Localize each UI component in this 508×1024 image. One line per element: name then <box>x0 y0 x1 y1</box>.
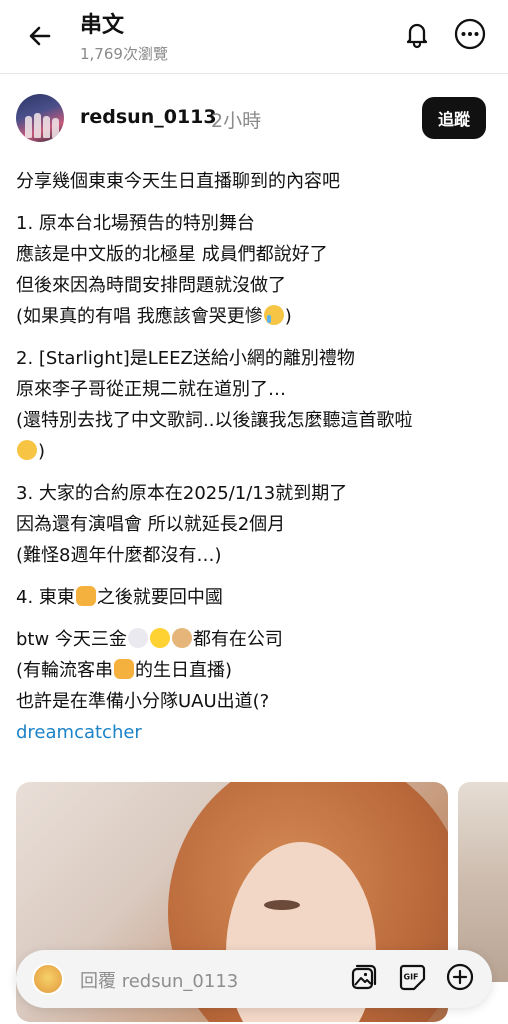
svg-text:GIF: GIF <box>404 973 419 982</box>
text-line-with-emoji: btw 今天三金 都有在公司 <box>16 624 492 655</box>
text-fragment: (如果真的有唱 我應該會哭更慘 <box>16 306 263 327</box>
page-title: 串文 <box>80 13 125 38</box>
text-line: 3. 大家的合約原本在2025/1/13就到期了 <box>16 483 348 504</box>
text-line-with-emoji: ) <box>16 436 492 467</box>
bell-icon <box>402 19 432 53</box>
post-point-3: 3. 大家的合約原本在2025/1/13就到期了 因為還有演唱會 所以就延長2個… <box>16 478 492 571</box>
post-point-1: 1. 原本台北場預告的特別舞台 應該是中文版的北極星 成員們都說好了 但後來因為… <box>16 208 492 332</box>
reply-input[interactable]: 回覆 redsun_0113 <box>80 967 238 993</box>
top-bar: 串文 1,769次瀏覽 <box>0 0 508 74</box>
arrow-left-icon <box>27 23 53 53</box>
author-username[interactable]: redsun_0113 <box>80 106 217 128</box>
post-point-4: 4. 東東 之後就要回中國 <box>16 582 492 613</box>
text-fragment: 之後就要回中國 <box>96 587 223 608</box>
avatar <box>32 963 64 995</box>
text-fragment: ) <box>284 306 292 327</box>
text-line: 分享幾個東東今天生日直播聊到的內容吧 <box>16 171 340 192</box>
hashtag-link[interactable]: dreamcatcher <box>16 717 492 748</box>
cat-face-icon <box>114 659 135 679</box>
text-fragment: 的生日直播) <box>135 660 233 681</box>
more-horizontal-icon <box>453 17 487 55</box>
text-line: (難怪8週年什麼都沒有…) <box>16 545 222 566</box>
more-options-button[interactable] <box>452 18 488 54</box>
back-button[interactable] <box>22 20 58 56</box>
text-line: 原來李子哥從正規二就在道別了… <box>16 379 286 400</box>
view-count: 1,769次瀏覽 <box>80 45 168 63</box>
attach-image-button[interactable] <box>348 963 380 995</box>
text-line: 也許是在準備小分隊UAU出道(? <box>16 691 270 712</box>
rabbit-face-icon <box>127 628 148 648</box>
follow-button[interactable]: 追蹤 <box>422 97 486 139</box>
dog-face-icon <box>171 628 192 648</box>
avatar[interactable] <box>16 94 64 142</box>
text-fragment: 4. 東東 <box>16 587 75 608</box>
text-line-with-emoji: 4. 東東 之後就要回中國 <box>16 582 492 613</box>
gif-icon: GIF <box>397 962 427 996</box>
text-fragment: ) <box>38 441 46 462</box>
text-line: 但後來因為時間安排問題就沒做了 <box>16 275 286 296</box>
attach-gif-button[interactable]: GIF <box>396 963 428 995</box>
add-attachment-button[interactable] <box>444 963 476 995</box>
text-line: 因為還有演唱會 所以就延長2個月 <box>16 514 286 535</box>
text-line: 1. 原本台北場預告的特別舞台 <box>16 213 255 234</box>
title-block: 串文 1,769次瀏覽 <box>80 12 168 64</box>
text-line: 2. [Starlight]是LEEZ送給小網的離別禮物 <box>16 348 355 369</box>
chick-icon <box>149 628 170 648</box>
notifications-button[interactable] <box>399 18 435 54</box>
text-fragment: 都有在公司 <box>192 629 283 650</box>
reply-bar: 回覆 redsun_0113 GIF <box>16 950 492 1008</box>
plus-circle-icon <box>445 962 475 996</box>
cat-face-icon <box>75 586 96 606</box>
text-line-with-emoji: (如果真的有唱 我應該會哭更慘) <box>16 301 492 332</box>
text-line-with-emoji: (有輪流客串 的生日直播) <box>16 655 492 686</box>
image-icon <box>349 962 379 996</box>
post-intro: 分享幾個東東今天生日直播聊到的內容吧 <box>16 166 492 197</box>
text-line: 應該是中文版的北極星 成員們都說好了 <box>16 244 328 265</box>
post-body: 分享幾個東東今天生日直播聊到的內容吧 1. 原本台北場預告的特別舞台 應該是中文… <box>16 166 492 748</box>
post-point-2: 2. [Starlight]是LEEZ送給小網的離別禮物 原來李子哥從正規二就在… <box>16 343 492 467</box>
post-point-5: btw 今天三金 都有在公司 (有輪流客串 的生日直播) 也許是在準備小分隊UAU出… <box>16 624 492 748</box>
text-fragment: btw 今天三金 <box>16 629 127 650</box>
crying-face-icon <box>263 305 284 325</box>
text-line: (還特別去找了中文歌詞..以後讓我怎麼聽這首歌啦 <box>16 410 413 431</box>
text-fragment: (有輪流客串 <box>16 660 114 681</box>
hugging-face-icon <box>17 440 37 460</box>
post-author-row: redsun_0113 2小時 追蹤 <box>16 94 492 144</box>
post-time: 2小時 <box>211 110 262 132</box>
